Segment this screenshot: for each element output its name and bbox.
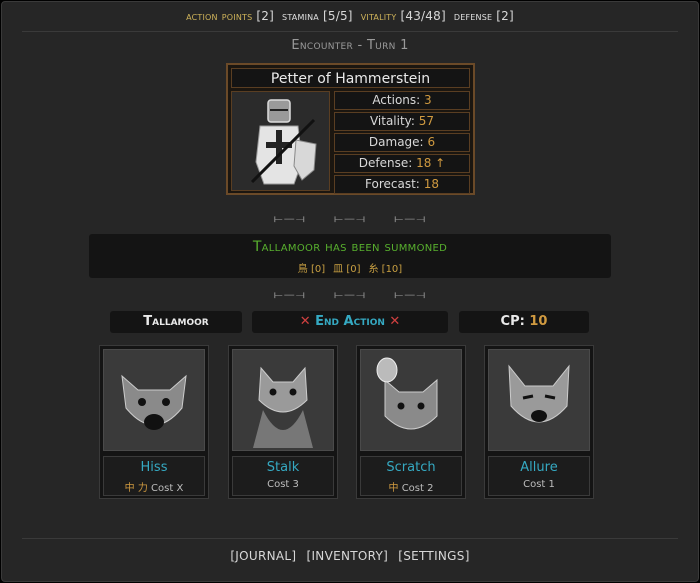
vitality-label: vitality [360, 9, 397, 23]
stamina-label: stamina [282, 9, 319, 23]
stamina-value: [5/5] [323, 9, 353, 23]
enemy-forecast-stat: Forecast: 18 [334, 175, 470, 194]
encounter-turn-title: Encounter - Turn 1 [291, 38, 409, 53]
knight-icon [232, 92, 329, 190]
card-label: Stalk Cost 3 [232, 456, 334, 496]
card-label: Scratch 中 Cost 2 [360, 456, 462, 496]
cat-icon [233, 350, 333, 450]
combat-points: CP: 10 [459, 311, 589, 333]
enemy-vitality-stat: Vitality: 57 [334, 112, 470, 131]
card-stalk[interactable]: Stalk Cost 3 [228, 345, 338, 499]
footer-nav: [JOURNAL] [INVENTORY] [SETTINGS] [0, 549, 700, 563]
card-label: Hiss 中 力 Cost X [103, 456, 205, 496]
card-cost: 中 Cost 2 [388, 483, 434, 494]
card-hiss[interactable]: Hiss 中 力 Cost X [99, 345, 209, 499]
card-allure[interactable]: Allure Cost 1 [484, 345, 594, 499]
top-rule [22, 31, 678, 32]
summon-message: Tallamoor has been summoned [252, 239, 448, 255]
bottom-rule [22, 538, 678, 539]
ornament-divider: ⟝—⟞ ⟝—⟞ ⟝—⟞ [273, 288, 427, 301]
ornament-divider: ⟝—⟞ ⟝—⟞ ⟝—⟞ [273, 212, 427, 225]
card-label: Allure Cost 1 [488, 456, 590, 496]
card-name: Hiss [140, 460, 168, 475]
defense-label: defense [453, 9, 493, 23]
enemy-actions-stat: Actions: 3 [334, 91, 470, 110]
card-cost: 中 力 Cost X [124, 483, 184, 494]
enemy-damage-stat: Damage: 6 [334, 133, 470, 152]
card-cost: Cost 3 [267, 479, 299, 490]
card-cost: Cost 1 [523, 479, 555, 490]
cat-icon [361, 350, 461, 450]
enemy-defense-stat: Defense: 18 ↑ [334, 154, 470, 173]
hissing-cat-art [103, 349, 205, 451]
settings-link[interactable]: [SETTINGS] [398, 549, 469, 563]
card-scratch[interactable]: Scratch 中 Cost 2 [356, 345, 466, 499]
creature-name-label: Tallamoor [110, 311, 242, 333]
enemy-name: Petter of Hammerstein [231, 68, 470, 88]
cat-icon [104, 350, 204, 450]
cat-icon [489, 350, 589, 450]
close-icon: ✕ [299, 314, 311, 329]
event-message: Tallamoor has been summoned 鳥 [0] 皿 [0] 糸 … [89, 234, 611, 278]
action-points-label: action points [186, 9, 253, 23]
action-points-value: [2] [256, 9, 275, 23]
enemy-panel: Petter of Hammerstein Actions: 3 Vitalit… [226, 63, 475, 195]
journal-link[interactable]: [JOURNAL] [230, 549, 296, 563]
defense-value: [2] [496, 9, 514, 23]
player-stats-bar: action points [2] stamina [5/5] vitality… [0, 9, 700, 23]
vitality-value: [43/48] [400, 9, 446, 23]
card-name: Stalk [266, 460, 300, 475]
card-name: Allure [520, 460, 558, 475]
card-name: Scratch [386, 460, 436, 475]
inventory-link[interactable]: [INVENTORY] [306, 549, 388, 563]
alluring-cat-art [488, 349, 590, 451]
resource-counts: 鳥 [0] 皿 [0] 糸 [10] [297, 264, 403, 275]
close-icon: ✕ [389, 314, 401, 329]
scratching-cat-art [360, 349, 462, 451]
knight-portrait [231, 91, 330, 191]
end-action-button[interactable]: ✕ End Action ✕ [252, 311, 448, 333]
stalking-cat-art [232, 349, 334, 451]
